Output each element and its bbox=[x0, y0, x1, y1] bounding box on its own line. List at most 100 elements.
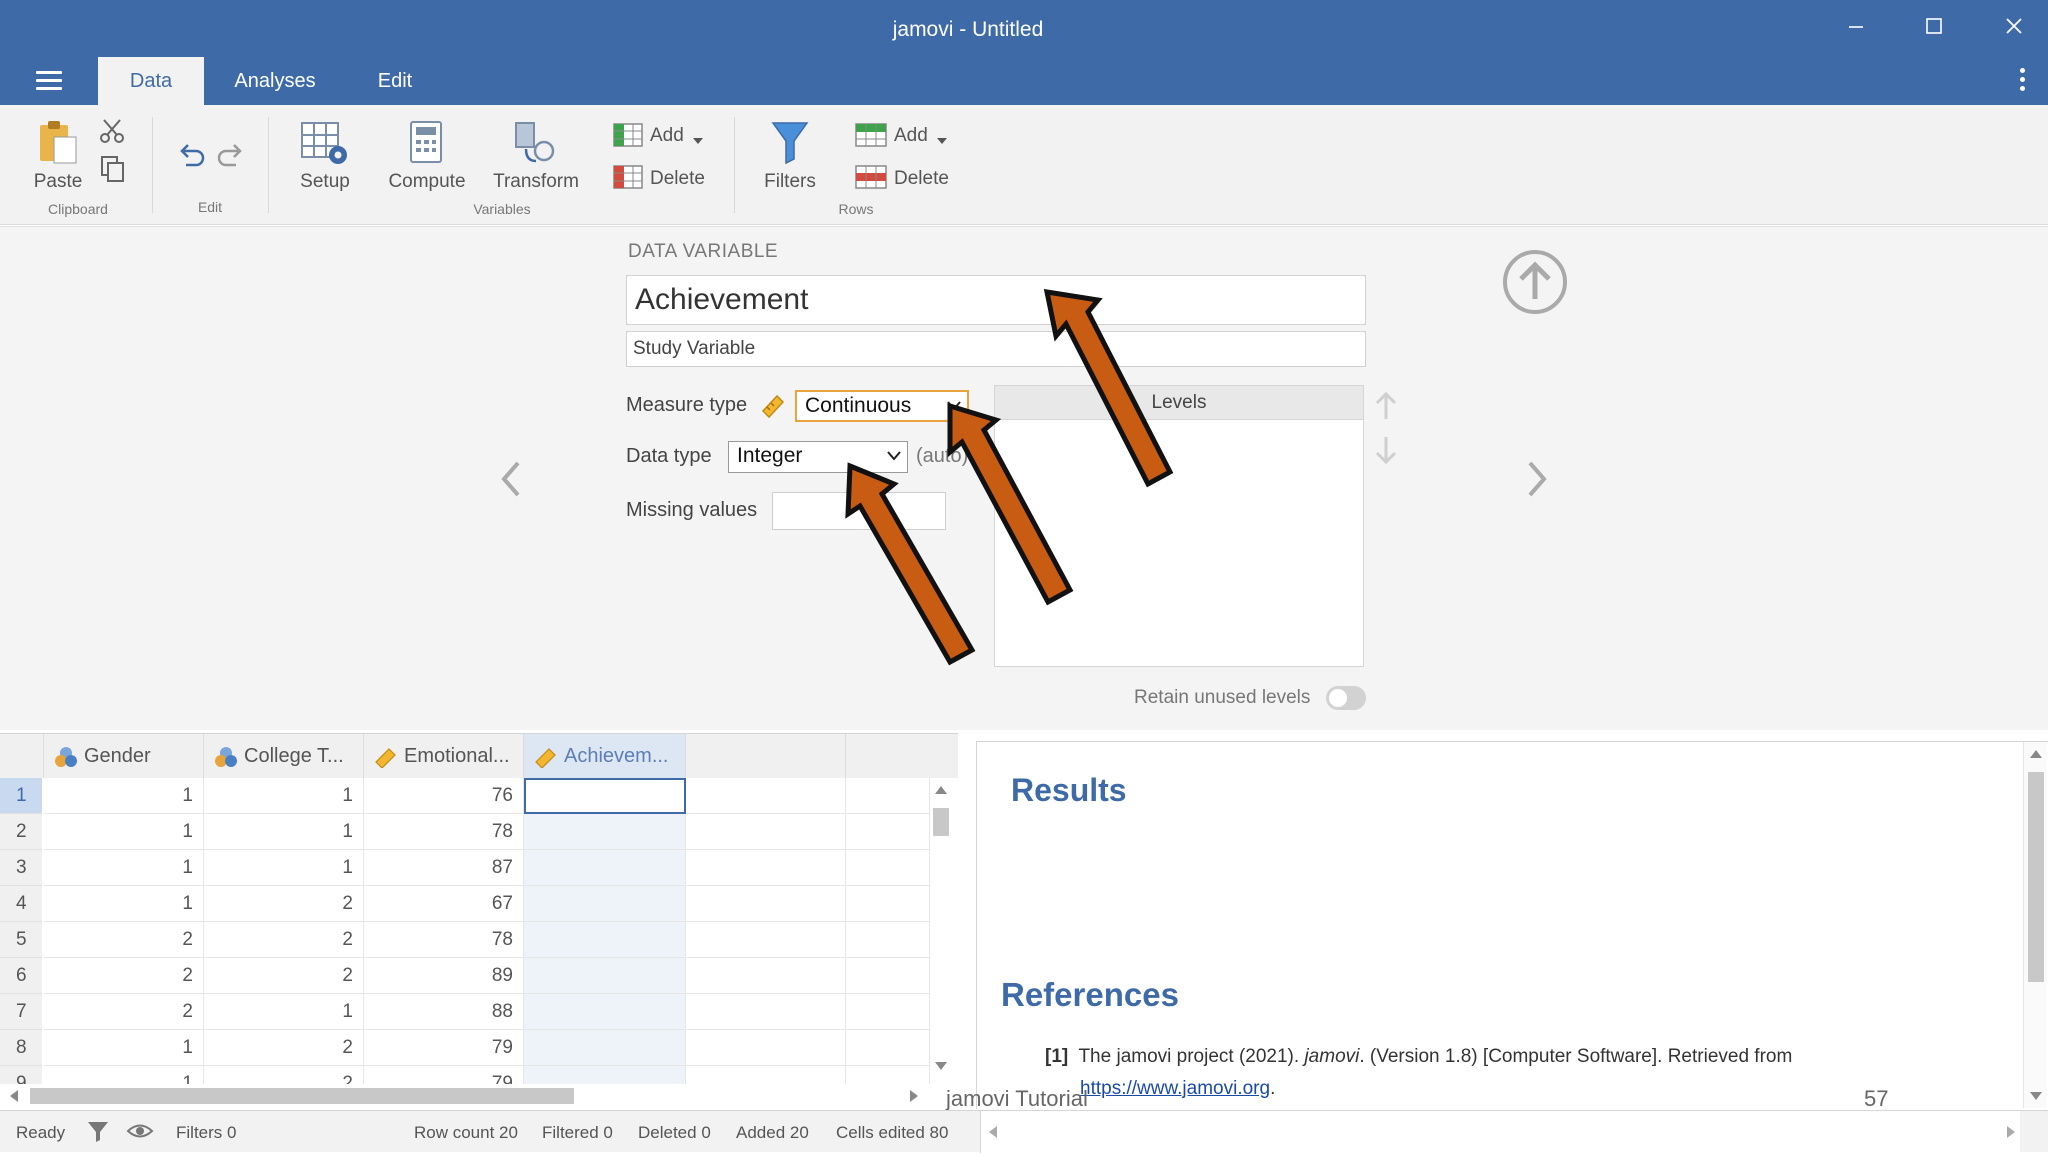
table-cell[interactable]: 1 bbox=[44, 850, 204, 886]
table-cell[interactable]: 1 bbox=[44, 814, 204, 850]
table-cell[interactable]: 1 bbox=[44, 778, 204, 814]
redo-button[interactable] bbox=[216, 141, 246, 176]
tab-data[interactable]: Data bbox=[98, 57, 204, 105]
table-cell[interactable]: 2 bbox=[204, 1066, 364, 1084]
table-cell[interactable] bbox=[524, 778, 686, 814]
table-cell[interactable] bbox=[686, 1030, 846, 1066]
table-cell[interactable]: 76 bbox=[364, 778, 524, 814]
row-number[interactable]: 9 bbox=[0, 1066, 42, 1084]
minimize-button[interactable] bbox=[1836, 14, 1876, 44]
tab-analyses[interactable]: Analyses bbox=[222, 57, 328, 105]
table-cell[interactable]: 89 bbox=[364, 958, 524, 994]
collapse-editor-button[interactable] bbox=[1500, 247, 1570, 322]
filters-button[interactable] bbox=[770, 119, 810, 172]
retain-unused-toggle[interactable] bbox=[1326, 686, 1366, 710]
table-cell[interactable]: 2 bbox=[44, 994, 204, 1030]
table-cell[interactable]: 1 bbox=[44, 1066, 204, 1084]
table-cell[interactable]: 88 bbox=[364, 994, 524, 1030]
variable-name-input[interactable] bbox=[626, 275, 1366, 325]
main-menu-button[interactable] bbox=[36, 71, 62, 90]
table-cell[interactable] bbox=[524, 814, 686, 850]
results-vertical-scrollbar[interactable] bbox=[2023, 742, 2047, 1108]
table-cell[interactable] bbox=[846, 1030, 930, 1066]
row-number[interactable]: 1 bbox=[0, 778, 42, 814]
results-horizontal-scrollbar[interactable] bbox=[980, 1111, 2020, 1153]
table-cell[interactable] bbox=[524, 1066, 686, 1084]
table-cell[interactable] bbox=[846, 814, 930, 850]
table-cell[interactable] bbox=[524, 994, 686, 1030]
move-level-up-button[interactable] bbox=[1374, 391, 1398, 426]
grid-vertical-scrollbar[interactable] bbox=[930, 778, 952, 1078]
row-number[interactable]: 7 bbox=[0, 994, 42, 1030]
table-cell[interactable] bbox=[846, 1066, 930, 1084]
row-number[interactable]: 2 bbox=[0, 814, 42, 850]
missing-values-input[interactable] bbox=[772, 492, 946, 530]
variable-description-input[interactable] bbox=[626, 331, 1366, 367]
undo-button[interactable] bbox=[176, 141, 206, 176]
table-cell[interactable]: 1 bbox=[204, 850, 364, 886]
row-number[interactable]: 4 bbox=[0, 886, 42, 922]
table-cell[interactable] bbox=[686, 1066, 846, 1084]
table-cell[interactable] bbox=[686, 994, 846, 1030]
maximize-button[interactable] bbox=[1914, 14, 1954, 44]
table-cell[interactable]: 1 bbox=[204, 778, 364, 814]
setup-button[interactable] bbox=[300, 119, 350, 172]
data-type-select[interactable]: Integer bbox=[728, 441, 908, 473]
compute-button[interactable] bbox=[408, 119, 444, 172]
table-cell[interactable]: 1 bbox=[44, 1030, 204, 1066]
transform-button[interactable] bbox=[512, 119, 560, 172]
delete-variable-button[interactable] bbox=[612, 163, 644, 196]
cut-button[interactable] bbox=[98, 117, 126, 150]
table-cell[interactable]: 2 bbox=[204, 958, 364, 994]
table-cell[interactable] bbox=[686, 922, 846, 958]
add-variable-button[interactable] bbox=[612, 121, 644, 154]
row-number[interactable]: 6 bbox=[0, 958, 42, 994]
next-variable-button[interactable] bbox=[1522, 459, 1550, 504]
table-cell[interactable]: 2 bbox=[44, 958, 204, 994]
table-cell[interactable]: 79 bbox=[364, 1066, 524, 1084]
table-cell[interactable]: 2 bbox=[204, 1030, 364, 1066]
table-cell[interactable] bbox=[524, 1030, 686, 1066]
table-cell[interactable] bbox=[686, 814, 846, 850]
table-cell[interactable] bbox=[846, 922, 930, 958]
row-number[interactable]: 5 bbox=[0, 922, 42, 958]
table-cell[interactable]: 2 bbox=[204, 886, 364, 922]
table-cell[interactable] bbox=[846, 886, 930, 922]
row-number[interactable]: 8 bbox=[0, 1030, 42, 1066]
table-cell[interactable]: 1 bbox=[204, 994, 364, 1030]
table-cell[interactable]: 87 bbox=[364, 850, 524, 886]
table-cell[interactable] bbox=[686, 850, 846, 886]
table-cell[interactable]: 1 bbox=[204, 814, 364, 850]
move-level-down-button[interactable] bbox=[1374, 435, 1398, 470]
measure-type-select[interactable]: Continuous bbox=[795, 390, 969, 422]
grid-hscroll-thumb[interactable] bbox=[30, 1088, 574, 1104]
results-vscroll-thumb[interactable] bbox=[2028, 772, 2044, 982]
row-number[interactable]: 3 bbox=[0, 850, 42, 886]
table-cell[interactable] bbox=[846, 778, 930, 814]
table-cell[interactable]: 1 bbox=[44, 886, 204, 922]
table-cell[interactable] bbox=[524, 922, 686, 958]
filter-status-icon[interactable] bbox=[86, 1119, 110, 1148]
table-cell[interactable] bbox=[846, 850, 930, 886]
add-row-button[interactable] bbox=[854, 121, 888, 154]
table-cell[interactable] bbox=[524, 886, 686, 922]
table-cell[interactable] bbox=[686, 958, 846, 994]
previous-variable-button[interactable] bbox=[498, 459, 526, 504]
table-cell[interactable] bbox=[524, 850, 686, 886]
table-cell[interactable]: 79 bbox=[364, 1030, 524, 1066]
tab-edit[interactable]: Edit bbox=[350, 57, 440, 105]
jamovi-link[interactable]: https://www.jamovi.org bbox=[1080, 1078, 1270, 1099]
grid-horizontal-scrollbar[interactable] bbox=[0, 1084, 930, 1106]
table-cell[interactable] bbox=[686, 778, 846, 814]
close-button[interactable] bbox=[1994, 14, 2034, 44]
visibility-toggle[interactable] bbox=[126, 1120, 154, 1147]
more-options-button[interactable] bbox=[2020, 68, 2026, 95]
table-cell[interactable]: 67 bbox=[364, 886, 524, 922]
table-cell[interactable] bbox=[846, 994, 930, 1030]
table-cell[interactable] bbox=[524, 958, 686, 994]
table-cell[interactable] bbox=[846, 958, 930, 994]
table-cell[interactable]: 78 bbox=[364, 814, 524, 850]
copy-button[interactable] bbox=[100, 155, 126, 188]
table-cell[interactable]: 78 bbox=[364, 922, 524, 958]
grid-vscroll-thumb[interactable] bbox=[933, 808, 949, 836]
